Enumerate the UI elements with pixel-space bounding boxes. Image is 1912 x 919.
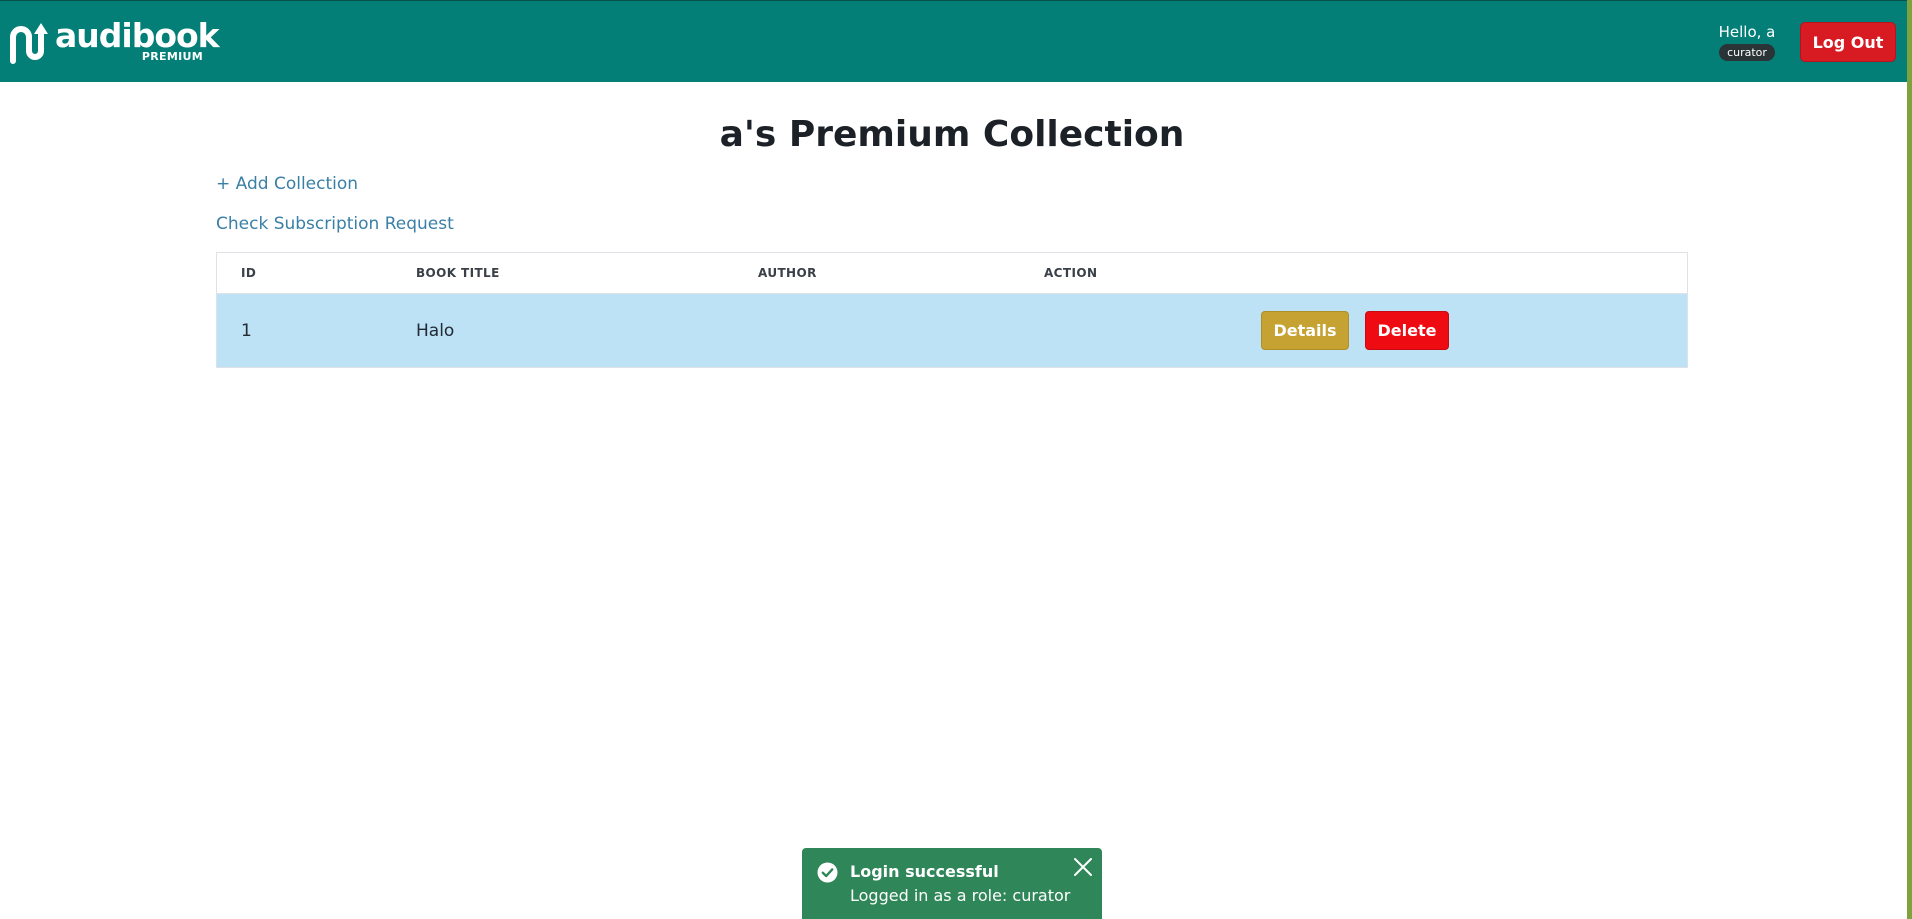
column-header-author: AUTHOR	[758, 266, 817, 280]
greeting-text: Hello, a	[1718, 23, 1776, 41]
page: audibook PREMIUM Hello, a curator Log Ou…	[0, 0, 1912, 919]
column-header-book-title: BOOK TITLE	[416, 266, 500, 280]
check-circle-icon	[817, 862, 838, 883]
close-icon[interactable]	[1074, 858, 1092, 876]
brand-wordmark: audibook PREMIUM	[55, 18, 220, 65]
column-header-id: ID	[241, 266, 257, 280]
audibook-logo-icon	[10, 23, 48, 64]
cell-id: 1	[241, 321, 252, 341]
check-subscription-request-link[interactable]: Check Subscription Request	[216, 213, 454, 235]
logout-button[interactable]: Log Out	[1800, 22, 1896, 62]
cell-book-title: Halo	[416, 321, 455, 341]
column-header-action: ACTION	[1044, 266, 1098, 280]
delete-button[interactable]: Delete	[1365, 311, 1449, 350]
table-row: 1 Halo Details Delete	[217, 294, 1687, 367]
page-title: a's Premium Collection	[719, 114, 1185, 155]
add-collection-link[interactable]: + Add Collection	[216, 173, 358, 195]
login-toast: Login successful Logged in as a role: cu…	[802, 848, 1102, 919]
navbar: audibook PREMIUM Hello, a curator Log Ou…	[0, 0, 1907, 82]
details-button[interactable]: Details	[1261, 311, 1349, 350]
user-greeting: Hello, a curator	[1716, 23, 1778, 61]
brand-name: audibook	[55, 16, 220, 55]
brand-logo[interactable]: audibook PREMIUM	[8, 18, 220, 65]
brand-subtitle: PREMIUM	[141, 50, 203, 63]
collection-table: ID BOOK TITLE AUTHOR ACTION 1 Halo Detai…	[216, 252, 1688, 368]
toast-message: Logged in as a role: curator	[850, 886, 1071, 905]
scrollbar-edge	[1907, 0, 1912, 919]
role-badge: curator	[1719, 44, 1775, 61]
toast-title: Login successful	[850, 862, 999, 881]
table-header: ID BOOK TITLE AUTHOR ACTION	[217, 253, 1687, 294]
